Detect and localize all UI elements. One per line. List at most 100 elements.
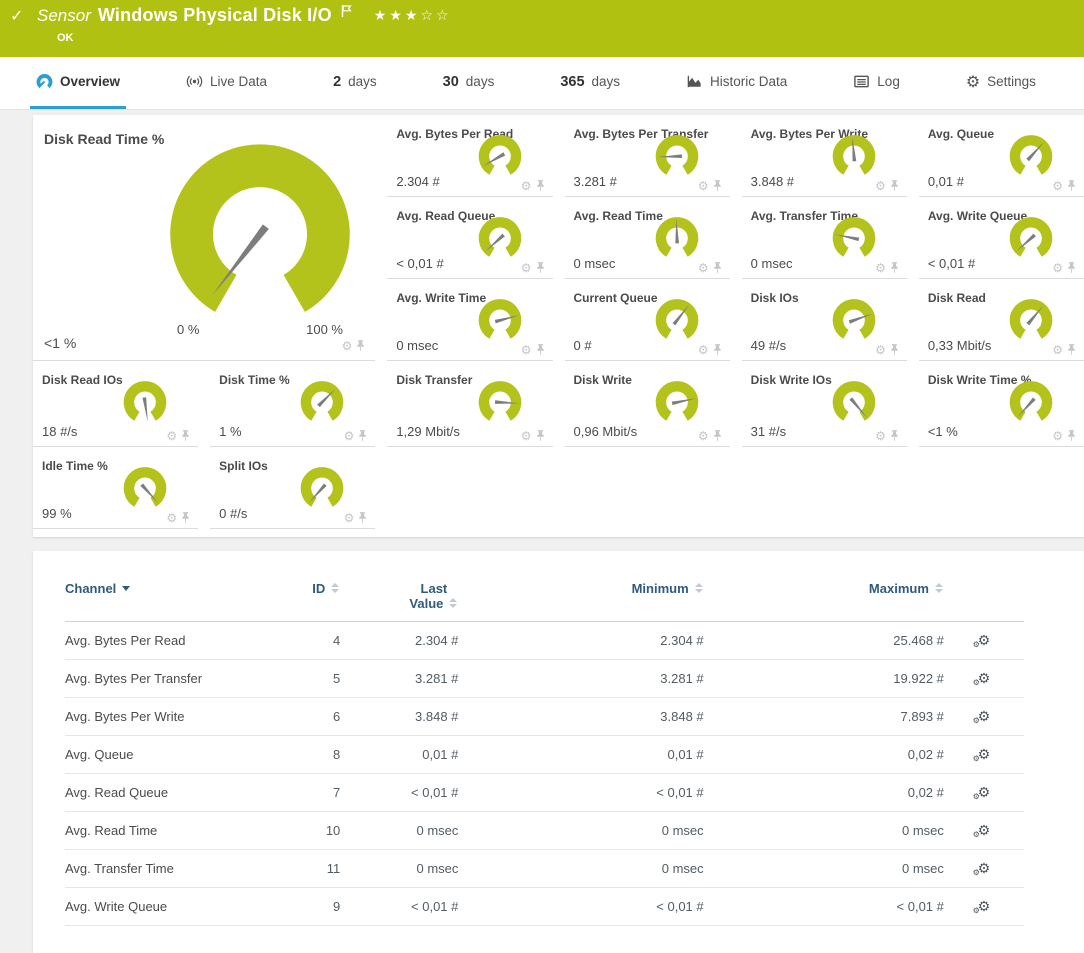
channel-settings-gear-icon[interactable]: ⚙⚙: [978, 861, 991, 875]
gear-icon[interactable]: ⚙: [698, 344, 709, 356]
gauge-cell[interactable]: Split IOs 0 #/s ⚙: [210, 447, 375, 529]
gear-icon[interactable]: ⚙: [521, 344, 532, 356]
gear-icon[interactable]: ⚙: [1052, 344, 1063, 356]
gauge-scale-max: 100 %: [306, 322, 343, 337]
gear-icon[interactable]: ⚙: [521, 262, 532, 274]
gear-icon[interactable]: ⚙: [698, 180, 709, 192]
priority-stars[interactable]: ★★★☆☆: [374, 7, 452, 24]
gauge-cell[interactable]: Current Queue 0 # ⚙: [565, 279, 730, 361]
gear-icon[interactable]: ⚙: [875, 344, 886, 356]
pin-icon[interactable]: [536, 180, 545, 192]
gauge-cell[interactable]: Disk Write Time % <1 % ⚙: [919, 361, 1084, 447]
gauge-cell[interactable]: Disk Time % 1 % ⚙: [210, 361, 375, 447]
gauge-cell[interactable]: Disk Write 0,96 Mbit/s ⚙: [565, 361, 730, 447]
gauge-cell[interactable]: Idle Time % 99 % ⚙: [33, 447, 198, 529]
column-header-maximum[interactable]: Maximum: [704, 579, 944, 622]
gear-icon[interactable]: ⚙: [1052, 262, 1063, 274]
tab-number: 30: [443, 74, 459, 90]
column-header-last-value[interactable]: Last Value: [340, 579, 458, 622]
channel-settings-gear-icon[interactable]: ⚙⚙: [978, 709, 991, 723]
pin-icon[interactable]: [713, 262, 722, 274]
channel-settings-gear-icon[interactable]: ⚙⚙: [978, 671, 991, 685]
gauge-cell[interactable]: Avg. Write Queue < 0,01 # ⚙: [919, 197, 1084, 279]
channel-minimum: 2.304 #: [458, 622, 703, 660]
pin-icon[interactable]: [1067, 430, 1076, 442]
gauge-value: 0 #/s: [219, 506, 247, 521]
pin-icon[interactable]: [890, 344, 899, 356]
gauge-cell[interactable]: Avg. Bytes Per Read 2.304 # ⚙: [387, 115, 552, 197]
channel-name: Avg. Bytes Per Transfer: [65, 660, 280, 698]
pin-icon[interactable]: [1067, 180, 1076, 192]
gauge-title: Disk Read: [928, 291, 986, 305]
table-row: Avg. Transfer Time 11 0 msec 0 msec 0 ms…: [65, 850, 1024, 888]
gauge-cell[interactable]: Disk Write IOs 31 #/s ⚙: [742, 361, 907, 447]
gauge-cell[interactable]: Avg. Bytes Per Transfer 3.281 # ⚙: [565, 115, 730, 197]
pin-icon[interactable]: [358, 512, 367, 524]
channel-name: Avg. Bytes Per Read: [65, 622, 280, 660]
pin-icon[interactable]: [713, 344, 722, 356]
pin-icon[interactable]: [536, 344, 545, 356]
tab-30-days[interactable]: 30 days: [437, 57, 501, 109]
channel-settings-gear-icon[interactable]: ⚙⚙: [978, 823, 991, 837]
gear-icon[interactable]: ⚙: [166, 512, 177, 524]
gauge-cell[interactable]: Avg. Read Time 0 msec ⚙: [565, 197, 730, 279]
gear-icon[interactable]: ⚙: [875, 262, 886, 274]
gauge-cell[interactable]: Disk Read IOs 18 #/s ⚙: [33, 361, 198, 447]
gear-icon[interactable]: ⚙: [1052, 180, 1063, 192]
column-header-channel[interactable]: Channel: [65, 579, 280, 622]
tab-settings[interactable]: ⚙ Settings: [960, 57, 1042, 109]
pin-icon[interactable]: [890, 180, 899, 192]
pin-icon[interactable]: [890, 262, 899, 274]
pin-icon[interactable]: [356, 340, 365, 352]
gear-icon[interactable]: ⚙: [166, 430, 177, 442]
pin-icon[interactable]: [890, 430, 899, 442]
gear-icon[interactable]: ⚙: [344, 512, 355, 524]
tab-overview[interactable]: Overview: [30, 57, 126, 109]
gear-icon[interactable]: ⚙: [875, 180, 886, 192]
gauge-cell[interactable]: Disk IOs 49 #/s ⚙: [742, 279, 907, 361]
channel-settings-gear-icon[interactable]: ⚙⚙: [978, 747, 991, 761]
pin-icon[interactable]: [358, 430, 367, 442]
gauge-cell[interactable]: Avg. Write Time 0 msec ⚙: [387, 279, 552, 361]
pin-icon[interactable]: [1067, 262, 1076, 274]
tab-live-data[interactable]: Live Data: [180, 57, 273, 109]
gear-icon[interactable]: ⚙: [698, 430, 709, 442]
gauge-value: 0 msec: [574, 256, 616, 271]
pin-icon[interactable]: [713, 430, 722, 442]
channel-minimum: 0,01 #: [458, 736, 703, 774]
gear-icon[interactable]: ⚙: [521, 180, 532, 192]
gauge-cell[interactable]: Disk Transfer 1,29 Mbit/s ⚙: [387, 361, 552, 447]
channel-settings-gear-icon[interactable]: ⚙⚙: [978, 633, 991, 647]
pin-icon[interactable]: [536, 262, 545, 274]
gauge-cell[interactable]: Avg. Bytes Per Write 3.848 # ⚙: [742, 115, 907, 197]
tab-bar: Overview Live Data 2 days 30 days 365 da…: [0, 57, 1084, 110]
gear-icon[interactable]: ⚙: [1052, 430, 1063, 442]
column-header-id[interactable]: ID: [280, 579, 340, 622]
pin-icon[interactable]: [536, 430, 545, 442]
pin-icon[interactable]: [181, 512, 190, 524]
gear-icon[interactable]: ⚙: [698, 262, 709, 274]
channel-settings-gear-icon[interactable]: ⚙⚙: [978, 785, 991, 799]
tab-365-days[interactable]: 365 days: [554, 57, 626, 109]
gauge-cell[interactable]: Disk Read 0,33 Mbit/s ⚙: [919, 279, 1084, 361]
gear-icon[interactable]: ⚙: [344, 430, 355, 442]
channel-settings-gear-icon[interactable]: ⚙⚙: [978, 899, 991, 913]
gauge-cell[interactable]: Avg. Transfer Time 0 msec ⚙: [742, 197, 907, 279]
gear-icon[interactable]: ⚙: [342, 340, 353, 352]
gear-icon[interactable]: ⚙: [521, 430, 532, 442]
column-header-minimum[interactable]: Minimum: [458, 579, 703, 622]
tab-2-days[interactable]: 2 days: [327, 57, 383, 109]
main-gauge-cell[interactable]: Disk Read Time % 0 % 100 % <1 % ⚙: [33, 115, 375, 361]
status-badge: OK: [57, 32, 74, 44]
gauge-dial: [469, 128, 531, 181]
tab-log[interactable]: Log: [847, 57, 906, 109]
page-title: Windows Physical Disk I/O: [98, 5, 332, 26]
pin-icon[interactable]: [181, 430, 190, 442]
gauge-cell[interactable]: Avg. Read Queue < 0,01 # ⚙: [387, 197, 552, 279]
flag-icon[interactable]: [341, 4, 353, 18]
gauge-cell[interactable]: Avg. Queue 0,01 # ⚙: [919, 115, 1084, 197]
pin-icon[interactable]: [713, 180, 722, 192]
tab-historic-data[interactable]: Historic Data: [680, 57, 793, 109]
pin-icon[interactable]: [1067, 344, 1076, 356]
gear-icon[interactable]: ⚙: [875, 430, 886, 442]
